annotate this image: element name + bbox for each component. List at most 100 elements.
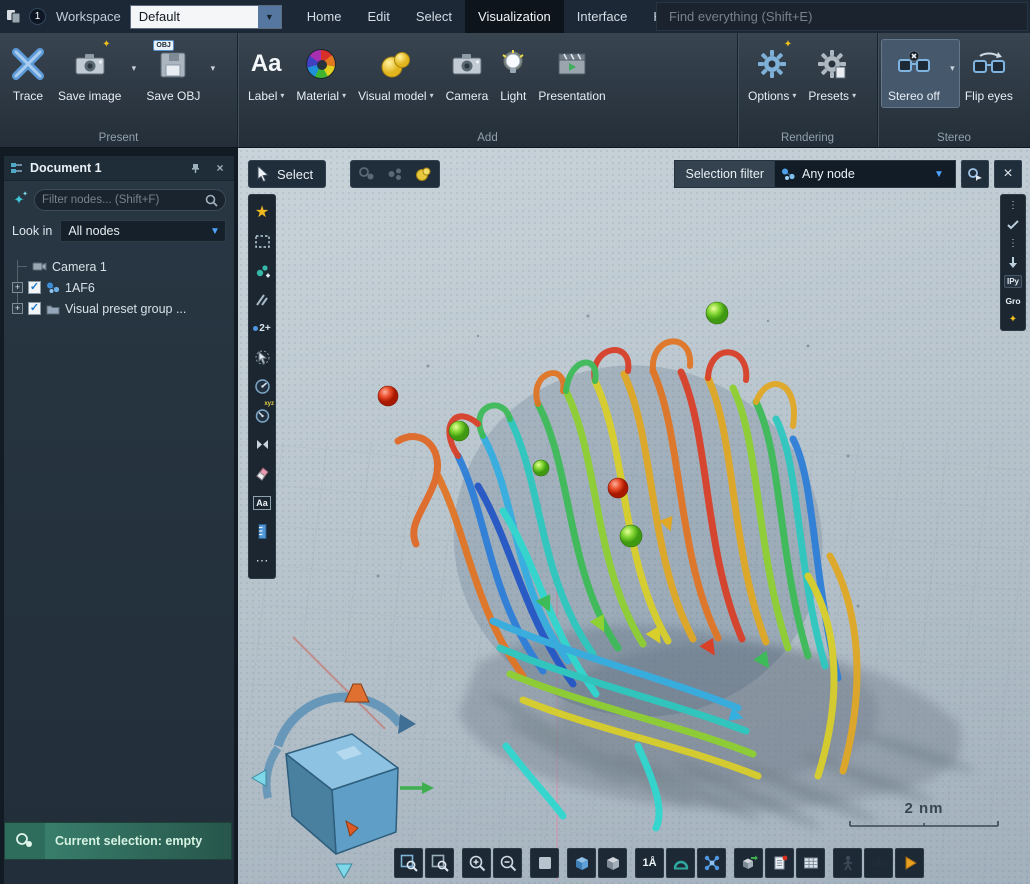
select-cluster-icon[interactable] — [382, 162, 408, 186]
wizard-sparkle-icon[interactable]: ✦ — [1001, 311, 1025, 328]
gromacs-launcher[interactable]: Gro — [1001, 292, 1025, 309]
3d-viewport[interactable]: Select Selection filter Any node — [238, 148, 1030, 884]
filter-nodes-input[interactable] — [42, 194, 205, 206]
ribbon-group-add: Aa Label▾ Material▾ Visual model▾ — [237, 33, 737, 147]
workspace-count-badge: 1 — [29, 8, 46, 25]
render-options-button[interactable]: ✦ Options▾ — [742, 40, 802, 107]
checklist-tool-icon[interactable] — [1001, 216, 1025, 233]
bonds-tool-icon[interactable] — [249, 430, 275, 459]
fullscreen-button[interactable] — [530, 848, 559, 878]
menu-interface[interactable]: Interface — [564, 0, 641, 33]
chevron-down-icon: ▾ — [792, 92, 796, 100]
visual-model-quick-icon[interactable] — [410, 162, 436, 186]
render-presets-button[interactable]: Presets▾ — [802, 40, 862, 107]
selection-filter-dropdown[interactable]: Any node ▼ — [774, 160, 956, 188]
ipython-launcher[interactable]: IPy — [1001, 273, 1025, 290]
atoms-network-button[interactable] — [697, 848, 726, 878]
region-select-icon[interactable] — [249, 227, 275, 256]
ribbon: Trace ✦ Save image ▾ — [0, 33, 1030, 148]
folder-icon — [46, 303, 60, 315]
pick-pointer-icon[interactable] — [249, 343, 275, 372]
tree-row-visual-preset-group[interactable]: + ✓ Visual preset group ... — [12, 298, 230, 319]
trace-label: Trace — [13, 89, 43, 103]
save-obj-button[interactable]: OBJ Save OBJ — [140, 40, 206, 107]
group-label-stereo: Stereo — [878, 132, 1030, 144]
menu-visualization[interactable]: Visualization — [465, 0, 564, 33]
drag-grip-icon[interactable]: ⋮ — [1001, 235, 1025, 252]
presets-label: Presets — [808, 89, 849, 103]
download-tool-icon[interactable] — [1001, 254, 1025, 271]
look-in-label: Look in — [12, 224, 52, 238]
walkthrough-button[interactable] — [833, 848, 862, 878]
text-label-icon[interactable]: Aa — [249, 488, 275, 517]
rotate-dial-icon[interactable] — [249, 372, 275, 401]
viewport-tool-strip: ★ 2+ xyz — [248, 194, 276, 579]
save-image-dropdown-arrow[interactable]: ▾ — [127, 44, 140, 92]
save-image-button[interactable]: ✦ Save image — [52, 40, 127, 107]
table-view-button[interactable] — [796, 848, 825, 878]
surface-tool-button[interactable] — [666, 848, 695, 878]
look-in-dropdown[interactable]: All nodes ▼ — [60, 220, 226, 242]
charge-tool-icon[interactable]: 2+ — [249, 314, 275, 343]
presentation-button[interactable]: Presentation — [532, 40, 611, 107]
visibility-checkbox[interactable]: ✓ — [28, 302, 41, 315]
material-button[interactable]: Material▾ — [290, 40, 352, 107]
app-icon[interactable] — [6, 9, 21, 24]
ribbon-group-stereo: Stereo off ▾ Flip eyes Stereo — [877, 33, 1030, 147]
eraser-icon[interactable] — [249, 459, 275, 488]
more-tools-icon[interactable]: ⋯ — [249, 546, 275, 575]
zoom-selection-button[interactable] — [425, 848, 454, 878]
menu-select[interactable]: Select — [403, 0, 465, 33]
apply-filter-button[interactable] — [961, 160, 989, 188]
trace-icon — [10, 44, 46, 84]
workspace-dropdown[interactable]: Default ▼ — [130, 5, 282, 29]
stereo-off-button[interactable]: Stereo off — [882, 40, 946, 107]
play-button[interactable] — [895, 848, 924, 878]
ruler-icon[interactable] — [249, 517, 275, 546]
add-particles-icon[interactable] — [249, 256, 275, 285]
visual-model-button[interactable]: Visual model▾ — [352, 40, 440, 107]
expand-icon[interactable]: + — [12, 303, 23, 314]
drag-grip-icon[interactable]: ⋮ — [1001, 197, 1025, 214]
trace-button[interactable]: Trace — [4, 40, 52, 107]
label-button[interactable]: Aa Label▾ — [242, 40, 290, 107]
menu-home[interactable]: Home — [294, 0, 355, 33]
current-selection-bar[interactable]: Current selection: empty — [4, 822, 232, 860]
eye-visibility-button[interactable] — [864, 848, 893, 878]
resolution-button[interactable]: 1Å — [635, 848, 664, 878]
menu-edit[interactable]: Edit — [354, 0, 402, 33]
camera-photo-icon: ✦ — [74, 44, 106, 84]
zoom-region-button[interactable] — [394, 848, 423, 878]
tree-row-1af6[interactable]: + ✓ 1AF6 — [12, 277, 230, 298]
close-icon[interactable]: × — [994, 160, 1022, 188]
magic-filter-icon[interactable]: ✦✦ — [10, 192, 28, 208]
translate-dial-icon[interactable]: xyz — [249, 401, 275, 430]
camera-node-icon — [32, 261, 47, 272]
perspective-cube-button[interactable] — [567, 848, 596, 878]
export-scene-button[interactable] — [734, 848, 763, 878]
expand-icon[interactable]: + — [12, 282, 23, 293]
report-document-button[interactable] — [765, 848, 794, 878]
visibility-checkbox[interactable]: ✓ — [28, 281, 41, 294]
tree-row-camera[interactable]: Camera 1 — [12, 256, 230, 277]
zoom-in-button[interactable] — [462, 848, 491, 878]
search-icon[interactable] — [205, 194, 218, 207]
measure-angle-icon[interactable] — [249, 285, 275, 314]
zoom-out-button[interactable] — [493, 848, 522, 878]
select-group-icon[interactable] — [354, 162, 380, 186]
select-mode-button[interactable]: Select — [248, 160, 326, 188]
flip-eyes-button[interactable]: Flip eyes — [959, 40, 1019, 107]
camera-button[interactable]: Camera — [440, 40, 495, 107]
select-mode-label: Select — [277, 167, 313, 182]
global-search-input[interactable] — [656, 2, 1028, 31]
slab-cube-button[interactable] — [598, 848, 627, 878]
chevron-down-icon[interactable]: ▼ — [258, 6, 281, 28]
chevron-down-icon: ▾ — [852, 92, 856, 100]
light-button[interactable]: Light — [494, 40, 532, 107]
save-obj-dropdown-arrow[interactable]: ▾ — [206, 44, 219, 92]
favorites-star-icon[interactable]: ★ — [249, 198, 275, 227]
document-panel-header[interactable]: Document 1 × — [4, 156, 234, 181]
pin-icon[interactable] — [190, 163, 206, 174]
close-icon[interactable]: × — [212, 161, 228, 175]
stereo-dropdown-arrow[interactable]: ▾ — [946, 44, 959, 92]
